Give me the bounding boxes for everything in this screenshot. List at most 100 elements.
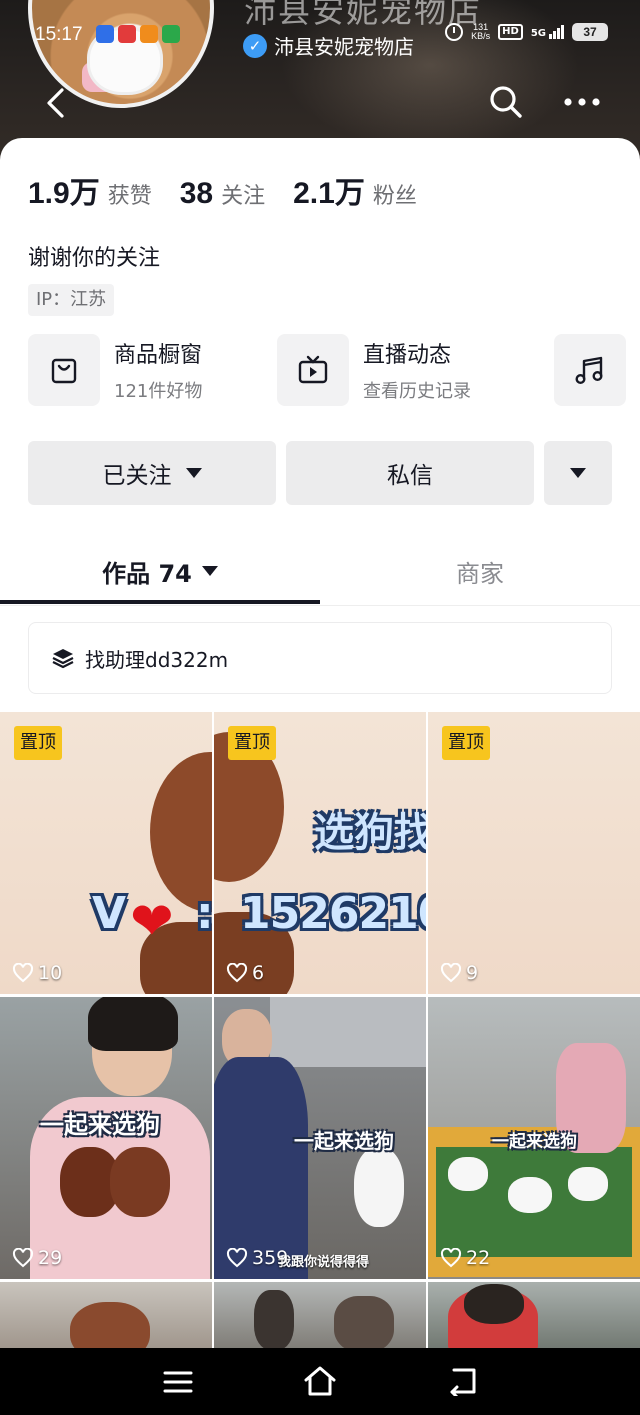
heart-outline-icon [440, 1248, 462, 1268]
like-count: 9 [440, 962, 478, 984]
profile-content: 1.9万 获赞 38 关注 2.1万 粉丝 谢谢你的关注 IP：江苏 商品橱窗 … [0, 138, 640, 1348]
network-type: 5G [530, 28, 546, 39]
video-thumbnail[interactable] [0, 1282, 212, 1348]
tab-works[interactable]: 作品 74 [0, 538, 320, 604]
heart-emoji-icon: ❤ [130, 892, 174, 952]
signal-icon: 5G [531, 25, 564, 39]
like-count-value: 22 [466, 1247, 491, 1269]
video-subtitle: 我跟你说得得得 [278, 1255, 370, 1270]
status-indicators: 131 KB/s HD 5G 37 [445, 23, 608, 41]
video-caption: 一起来选狗 [40, 1111, 160, 1139]
followed-button[interactable]: 已关注 [28, 441, 276, 505]
network-speed-unit: KB/s [471, 31, 491, 41]
tab-merchant-label: 商家 [456, 559, 504, 588]
stat-likes-label: 获赞 [107, 184, 152, 209]
stat-likes[interactable]: 1.9万 获赞 [28, 168, 152, 212]
pinned-badge: 置顶 [14, 726, 62, 760]
like-count-value: 359 [252, 1247, 289, 1269]
like-count-value: 9 [466, 962, 479, 984]
live-history-entry[interactable]: 直播动态 查看历史记录 [277, 334, 471, 406]
chevron-down-icon [185, 468, 202, 478]
pinned-badge: 置顶 [442, 726, 490, 760]
like-count-value: 29 [38, 1247, 63, 1269]
video-thumbnail[interactable]: 选狗找 15262109309 置顶 6 [214, 712, 426, 994]
like-count: 29 [12, 1247, 62, 1269]
ip-location-tag: IP：江苏 [28, 284, 115, 316]
video-caption: 一起来选狗 [492, 1132, 577, 1152]
live-title: 直播动态 [363, 343, 452, 368]
chevron-down-icon [201, 566, 218, 576]
network-speed: 131 KB/s [471, 23, 490, 41]
like-count-value: 10 [38, 962, 63, 984]
shopping-bag-icon [28, 334, 100, 406]
paw-app-icon [96, 25, 114, 43]
status-time: 15:17 [35, 24, 83, 45]
search-icon[interactable] [488, 84, 524, 120]
assistant-banner[interactable]: 找助理dd322m [28, 622, 612, 694]
like-count-value: 6 [252, 962, 265, 984]
home-icon[interactable] [302, 1364, 338, 1398]
red-app-icon [118, 25, 136, 43]
video-thumbnail[interactable]: 置顶 9 [428, 712, 640, 994]
stat-followers[interactable]: 2.1万 粉丝 [293, 168, 417, 212]
overlay-v-letter: V [92, 888, 127, 939]
status-notification-icons [96, 25, 180, 43]
overlay-colon: : [196, 888, 212, 939]
heart-outline-icon [226, 1248, 248, 1268]
like-count: 6 [226, 962, 264, 984]
more-options-icon[interactable] [560, 84, 604, 120]
live-subtitle: 查看历史记录 [363, 381, 471, 402]
house-app-icon [162, 25, 180, 43]
person-coat [214, 1057, 308, 1279]
hd-badge: HD [498, 24, 523, 40]
overlay-pick-dog: 选狗找 [314, 810, 426, 856]
pinned-badge: 置顶 [228, 726, 276, 760]
system-navigation-bar [0, 1348, 640, 1415]
followed-button-label: 已关注 [102, 463, 172, 489]
back-arrow-icon[interactable] [40, 86, 74, 120]
heart-outline-icon [226, 963, 248, 983]
heart-outline-icon [440, 963, 462, 983]
battery-icon: 37 [572, 23, 608, 41]
message-button-label: 私信 [387, 463, 433, 489]
profile-header: 沛县安妮宠物店 ✓ 沛县安妮宠物店 15:17 131 KB/s HD 5G 3… [0, 0, 640, 160]
stat-followers-label: 粉丝 [372, 184, 417, 209]
video-thumbnail[interactable]: V ❤ : 置顶 10 [0, 712, 212, 994]
tab-merchant[interactable]: 商家 [320, 538, 640, 604]
video-caption: 一起来选狗 [294, 1129, 394, 1153]
profile-tabs: 作品 74 商家 [0, 538, 640, 606]
music-note-icon [575, 356, 603, 385]
music-entry[interactable] [554, 334, 626, 406]
video-thumbnail[interactable] [428, 1282, 640, 1348]
shop-window-title: 商品橱窗 [114, 343, 203, 368]
recent-apps-icon[interactable] [162, 1368, 194, 1396]
like-count: 359 [226, 1247, 288, 1269]
shop-window-subtitle: 121件好物 [114, 381, 203, 402]
stat-following[interactable]: 38 关注 [180, 177, 265, 211]
message-button[interactable]: 私信 [286, 441, 534, 505]
active-tab-indicator [0, 600, 320, 604]
stat-likes-value: 1.9万 [28, 177, 100, 210]
like-count: 10 [12, 962, 62, 984]
verified-check-icon: ✓ [243, 33, 267, 58]
verified-name-text: 沛县安妮宠物店 [274, 35, 414, 59]
profile-stats: 1.9万 获赞 38 关注 2.1万 粉丝 [28, 168, 445, 212]
video-thumbnail[interactable] [214, 1282, 426, 1348]
assistant-text: 找助理dd322m [85, 647, 229, 672]
white-dog [354, 1147, 404, 1227]
heart-outline-icon [12, 963, 34, 983]
video-thumbnail[interactable]: 一起来选狗 22 [428, 997, 640, 1279]
profile-bio: 谢谢你的关注 [28, 246, 161, 271]
layers-icon [52, 649, 74, 669]
shop-window-entry[interactable]: 商品橱窗 121件好物 [28, 334, 202, 406]
stat-followers-value: 2.1万 [293, 177, 365, 210]
video-thumbnail[interactable]: 一起来选狗 我跟你说得得得 359 [214, 997, 426, 1279]
back-icon[interactable] [446, 1366, 478, 1396]
alarm-icon [445, 23, 464, 41]
overlay-phone-number: 15262109309 [240, 888, 426, 939]
like-count: 22 [440, 1247, 490, 1269]
chevron-down-icon [570, 468, 586, 478]
stat-following-label: 关注 [221, 184, 266, 209]
video-thumbnail[interactable]: 一起来选狗 29 [0, 997, 212, 1279]
more-dropdown-button[interactable] [544, 441, 612, 505]
